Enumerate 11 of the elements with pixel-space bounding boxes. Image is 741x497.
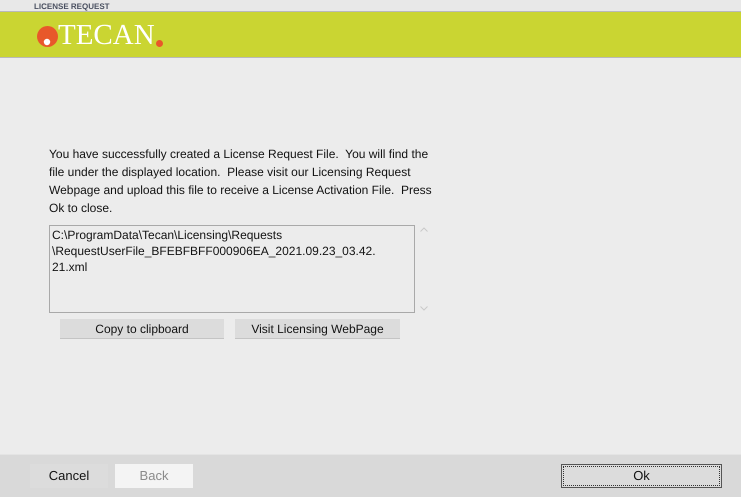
action-button[interactable]: Visit Licensing WebPage (235, 319, 400, 339)
window-title: LICENSE REQUEST (34, 2, 110, 11)
logo-period-icon (156, 40, 163, 46)
scroll-down-icon[interactable] (420, 306, 428, 311)
message-text: You have successfully created a License Request File. You will find the file under the displayed location. Please visit our Licensing Request Webpage and upload this file to receive a License Activation File. Press Ok to close. (49, 146, 433, 217)
tecan-logo: TECAN (37, 20, 163, 48)
action-button[interactable]: Copy to clipboard (60, 319, 224, 339)
footer-button[interactable]: Ok (561, 464, 722, 488)
logo-dot-icon (37, 26, 58, 46)
file-path-text: C:\ProgramData\Tecan\Licensing\Requests \RequestUserFile_BFEBFBFF000906EA_2021.09.23_03.42. 21.xml (52, 227, 377, 275)
scroll-up-icon[interactable] (420, 227, 428, 232)
